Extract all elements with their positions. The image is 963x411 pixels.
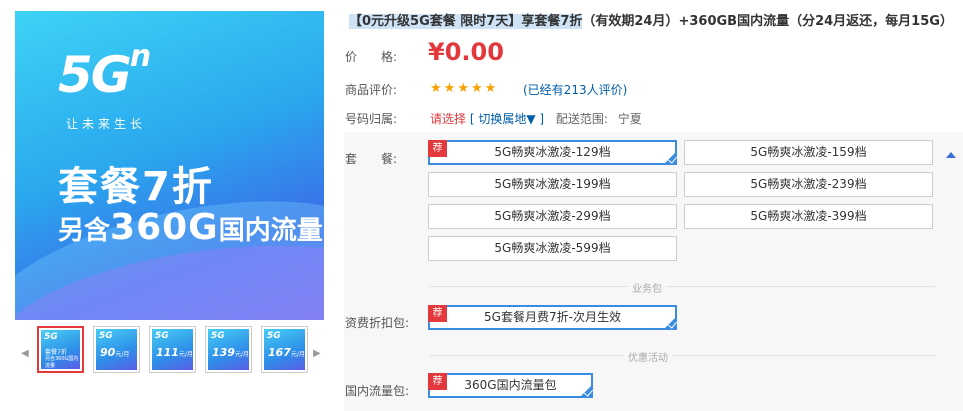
price-value: ¥0.00	[428, 38, 504, 66]
section-offer-label: 优惠活动	[624, 349, 672, 364]
discount-label: 资费折扣包:	[345, 316, 410, 330]
rating-stars: ★ ★ ★ ★ ★	[430, 81, 496, 96]
star-icon: ★	[484, 81, 497, 96]
thumbnail-3[interactable]: 5G 111元/月	[149, 326, 196, 373]
plan-option-299[interactable]: 5G畅爽冰激凌-299档	[428, 204, 677, 229]
plan-option-239[interactable]: 5G畅爽冰激凌-239档	[684, 172, 933, 197]
section-business-label: 业务包	[628, 280, 666, 295]
selected-check-icon	[663, 151, 677, 165]
rating-label: 商品评价:	[345, 83, 398, 97]
region-switch-link[interactable]: [ 切换属地▼ ]	[470, 112, 544, 126]
plan-label: 套 餐:	[345, 152, 398, 166]
collapse-arrow-icon[interactable]	[946, 152, 956, 158]
divider	[430, 355, 935, 356]
star-icon: ★	[470, 81, 483, 96]
selected-check-icon	[579, 384, 593, 398]
thumbnail-5[interactable]: 5G 167元/月	[261, 326, 308, 373]
traffic-option[interactable]: 荐 360G国内流量包	[428, 373, 593, 398]
ship-label: 配送范围:	[555, 112, 608, 126]
product-main-image: 5Gn 让未来生长 套餐7折 另含360G国内流量	[15, 11, 324, 320]
thumbnail-strip: 5G 套餐7折 另含360G国内流量 5G 90元/月 5G 111元/月 5G…	[37, 326, 308, 373]
plan-option-159[interactable]: 5G畅爽冰激凌-159档	[684, 140, 933, 165]
region-row: 请选择 [ 切换属地▼ ] 配送范围: 宁夏	[430, 110, 642, 127]
5g-logo: 5Gn	[58, 39, 152, 104]
ship-value: 宁夏	[617, 112, 642, 126]
plan-option-399[interactable]: 5G畅爽冰激凌-399档	[684, 204, 933, 229]
region-label: 号码归属:	[345, 112, 398, 126]
star-icon: ★	[443, 81, 456, 96]
plan-option-599[interactable]: 5G畅爽冰激凌-599档	[428, 236, 677, 261]
star-icon: ★	[430, 81, 442, 96]
thumbnail-2[interactable]: 5G 90元/月	[93, 326, 140, 373]
thumb-prev-arrow-icon[interactable]: ◀	[21, 348, 29, 359]
region-select-link[interactable]: 请选择	[430, 112, 466, 126]
plan-option-199[interactable]: 5G畅爽冰激凌-199档	[428, 172, 677, 197]
plan-option-129[interactable]: 荐 5G畅爽冰激凌-129档	[428, 140, 677, 165]
product-title: 【0元升级5G套餐 限时7天】享套餐7折（有效期24月）+360GB国内流量（分…	[349, 14, 953, 29]
price-label: 价 格:	[345, 50, 398, 64]
promo-headline: 套餐7折	[58, 164, 214, 210]
discount-option[interactable]: 荐 5G套餐月费7折-次月生效	[428, 305, 677, 330]
star-icon: ★	[457, 81, 469, 96]
thumbnail-1[interactable]: 5G 套餐7折 另含360G国内流量	[37, 326, 84, 373]
thumb-next-arrow-icon[interactable]: ▶	[313, 348, 321, 359]
recommend-badge: 荐	[428, 305, 447, 322]
promo-subline: 另含360G国内流量	[58, 207, 323, 248]
thumbnail-4[interactable]: 5G 139元/月	[205, 326, 252, 373]
traffic-label: 国内流量包:	[345, 384, 410, 398]
recommend-badge: 荐	[428, 140, 447, 157]
recommend-badge: 荐	[428, 373, 447, 390]
selected-check-icon	[663, 316, 677, 330]
divider	[430, 286, 935, 287]
review-count-link[interactable]: (已经有213人评价)	[523, 81, 627, 98]
slogan: 让未来生长	[66, 117, 147, 131]
